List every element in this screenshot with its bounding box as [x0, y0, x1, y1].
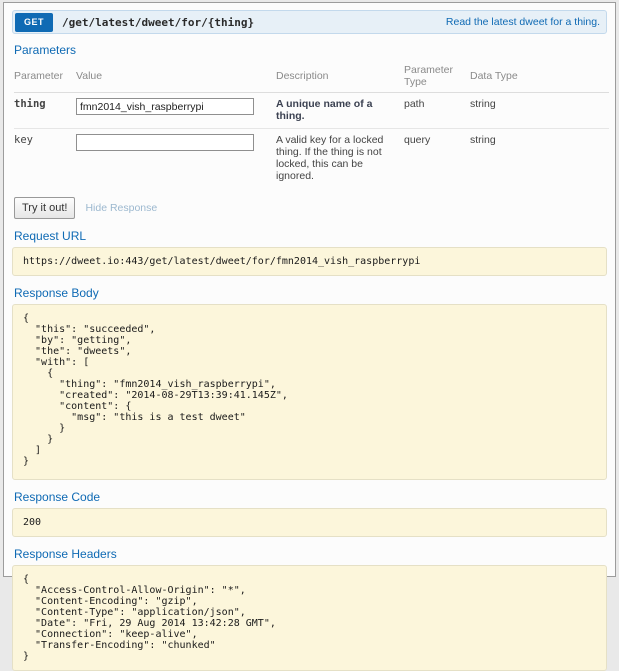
response-body-heading: Response Body	[14, 286, 605, 300]
param-description-thing: A unique name of a thing.	[276, 93, 404, 129]
param-name-thing: thing	[14, 93, 76, 129]
param-description-key: A valid key for a locked thing. If the t…	[276, 129, 404, 189]
api-operation-panel: GET /get/latest/dweet/for/{thing} Read t…	[3, 2, 616, 577]
column-description: Description	[276, 61, 404, 93]
data-type-key: string	[470, 129, 609, 189]
param-row-thing: thing A unique name of a thing. path str…	[14, 93, 609, 129]
http-method-badge: GET	[15, 13, 53, 32]
actions-row: Try it out! Hide Response	[14, 197, 607, 219]
column-value: Value	[76, 61, 276, 93]
endpoint-description-link[interactable]: Read the latest dweet for a thing.	[446, 16, 600, 28]
response-code-heading: Response Code	[14, 490, 605, 504]
try-it-out-button[interactable]: Try it out!	[14, 197, 75, 219]
parameters-table: Parameter Value Description Parameter Ty…	[14, 61, 609, 188]
request-url-heading: Request URL	[14, 229, 605, 243]
endpoint-path[interactable]: /get/latest/dweet/for/{thing}	[62, 16, 446, 29]
response-code-value: 200	[12, 508, 607, 537]
data-type-thing: string	[470, 93, 609, 129]
parameters-heading: Parameters	[14, 43, 605, 57]
response-body-value: { "this": "succeeded", "by": "getting", …	[12, 304, 607, 480]
param-type-key: query	[404, 129, 470, 189]
column-parameter: Parameter	[14, 61, 76, 93]
param-type-thing: path	[404, 93, 470, 129]
key-value-input[interactable]	[76, 134, 254, 151]
column-data-type: Data Type	[470, 61, 609, 93]
column-parameter-type: Parameter Type	[404, 61, 470, 93]
param-row-key: key A valid key for a locked thing. If t…	[14, 129, 609, 189]
hide-response-link[interactable]: Hide Response	[85, 202, 157, 214]
parameters-header-row: Parameter Value Description Parameter Ty…	[14, 61, 609, 93]
endpoint-header[interactable]: GET /get/latest/dweet/for/{thing} Read t…	[12, 10, 607, 34]
request-url-value: https://dweet.io:443/get/latest/dweet/fo…	[12, 247, 607, 276]
thing-value-input[interactable]	[76, 98, 254, 115]
response-headers-heading: Response Headers	[14, 547, 605, 561]
param-name-key: key	[14, 129, 76, 189]
response-headers-value: { "Access-Control-Allow-Origin": "*", "C…	[12, 565, 607, 671]
